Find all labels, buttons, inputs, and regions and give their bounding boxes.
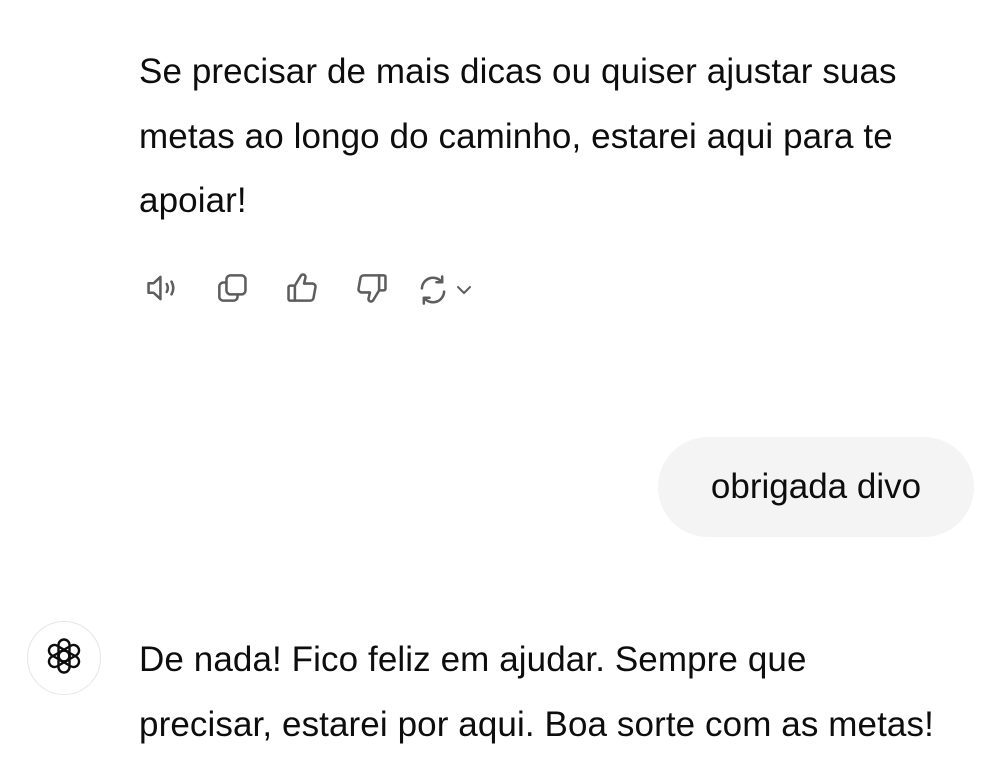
message-line: metas ao longo do caminho, estarei aqui … — [139, 116, 893, 156]
copy-button[interactable] — [210, 268, 254, 312]
message-line: apoiar! — [139, 181, 247, 220]
assistant-message-previous: Se precisar de mais dicas ou quiser ajus… — [139, 40, 897, 234]
thumbs-down-icon — [353, 269, 391, 312]
openai-logo-icon — [42, 634, 86, 683]
assistant-message-latest: De nada! Fico feliz em ajudar. Sempre qu… — [139, 628, 934, 757]
message-line: precisar, estarei por aqui. Boa sorte co… — [139, 704, 934, 744]
bad-response-button[interactable] — [350, 268, 394, 312]
user-message-bubble: obrigada divo — [658, 437, 974, 537]
chevron-down-icon[interactable] — [452, 278, 476, 302]
message-line: De nada! Fico feliz em ajudar. Sempre qu… — [139, 640, 807, 679]
copy-icon — [213, 269, 251, 312]
regenerate-icon — [414, 271, 452, 309]
read-aloud-button[interactable] — [140, 268, 184, 312]
regenerate-button[interactable] — [414, 271, 476, 309]
good-response-button[interactable] — [280, 268, 324, 312]
speaker-icon — [143, 269, 181, 312]
assistant-avatar — [27, 621, 101, 695]
thumbs-up-icon — [283, 269, 321, 312]
user-message-text: obrigada divo — [710, 467, 922, 506]
message-actions-bar — [140, 268, 476, 312]
message-line: Se precisar de mais dicas ou quiser ajus… — [139, 52, 897, 91]
